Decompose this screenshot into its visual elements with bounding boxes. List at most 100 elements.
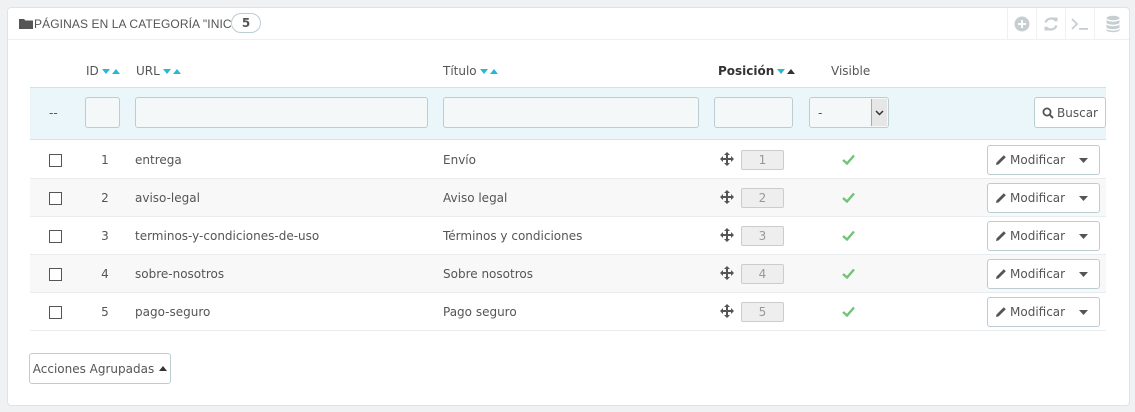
- visible-check-icon[interactable]: [842, 268, 855, 279]
- filter-id-input[interactable]: [85, 97, 120, 128]
- edit-button-label: Modificar: [1010, 229, 1066, 243]
- sql-query-button[interactable]: [1065, 8, 1093, 40]
- edit-button[interactable]: Modificar: [988, 222, 1070, 250]
- sort-asc-icon[interactable]: [787, 68, 796, 74]
- pencil-icon: [996, 155, 1006, 165]
- edit-button-label: Modificar: [1010, 191, 1066, 205]
- refresh-button[interactable]: [1036, 8, 1064, 40]
- row-actions: Modificar: [987, 183, 1100, 213]
- column-header-position: Posición: [718, 64, 796, 78]
- row-actions-dropdown[interactable]: [1068, 184, 1099, 212]
- edit-button-label: Modificar: [1010, 305, 1066, 319]
- edit-button[interactable]: Modificar: [988, 184, 1070, 212]
- row-position: 4: [741, 264, 784, 284]
- row-actions-dropdown[interactable]: [1068, 146, 1099, 174]
- edit-button-label: Modificar: [1010, 267, 1066, 281]
- row-checkbox[interactable]: [49, 192, 62, 205]
- drag-handle-icon[interactable]: [720, 228, 734, 242]
- caret-up-icon: [159, 366, 168, 371]
- terminal-icon: [1070, 18, 1088, 30]
- caret-down-icon: [1079, 271, 1088, 277]
- sort-desc-icon[interactable]: [777, 68, 786, 74]
- row-checkbox[interactable]: [49, 230, 62, 243]
- cms-pages-panel: Páginas en la categoría "Inicio" 5: [7, 7, 1130, 406]
- row-url: terminos-y-condiciones-de-uso: [135, 229, 320, 243]
- chevron-down-icon: [875, 109, 884, 116]
- column-header-visible: Visible: [831, 64, 871, 78]
- sort-desc-icon[interactable]: [101, 68, 110, 74]
- row-id: 4: [101, 267, 109, 281]
- drag-handle-icon[interactable]: [720, 304, 734, 318]
- pencil-icon: [996, 193, 1006, 203]
- pencil-icon: [996, 231, 1006, 241]
- caret-down-icon: [1079, 233, 1088, 239]
- table-row: 3 terminos-y-condiciones-de-uso Términos…: [30, 217, 1106, 255]
- filter-visible-select[interactable]: -: [809, 97, 889, 128]
- sort-desc-icon[interactable]: [162, 68, 171, 74]
- row-actions-dropdown[interactable]: [1068, 222, 1099, 250]
- row-actions: Modificar: [987, 221, 1100, 251]
- select-arrow: [871, 99, 887, 126]
- table-row: 5 pago-seguro Pago seguro 5 Modificar: [30, 293, 1106, 331]
- row-checkbox[interactable]: [49, 154, 62, 167]
- row-id: 2: [101, 191, 109, 205]
- column-header-id: ID: [86, 64, 120, 78]
- row-id: 1: [101, 153, 109, 167]
- filter-url-input[interactable]: [135, 97, 428, 128]
- caret-down-icon: [1079, 309, 1088, 315]
- row-url: sobre-nosotros: [135, 267, 225, 281]
- row-title: Pago seguro: [443, 305, 517, 319]
- row-title: Sobre nosotros: [443, 267, 533, 281]
- row-actions-dropdown[interactable]: [1068, 260, 1099, 288]
- sort-desc-icon[interactable]: [479, 68, 488, 74]
- visible-check-icon[interactable]: [842, 192, 855, 203]
- pencil-icon: [996, 307, 1006, 317]
- row-actions-dropdown[interactable]: [1068, 298, 1099, 326]
- edit-button[interactable]: Modificar: [988, 298, 1070, 326]
- bulk-actions-button[interactable]: Acciones Agrupadas: [29, 353, 171, 384]
- sort-asc-icon[interactable]: [172, 68, 181, 74]
- visible-check-icon[interactable]: [842, 154, 855, 165]
- sort-asc-icon[interactable]: [489, 68, 498, 74]
- count-badge: 5: [231, 13, 261, 33]
- row-position: 5: [741, 302, 784, 322]
- row-url: entrega: [135, 153, 182, 167]
- caret-down-icon: [1079, 195, 1088, 201]
- row-id: 3: [101, 229, 109, 243]
- caret-down-icon: [1079, 157, 1088, 163]
- table-row: 1 entrega Envío 1 Modificar: [30, 141, 1106, 179]
- row-actions: Modificar: [987, 259, 1100, 289]
- filter-position-input[interactable]: [714, 97, 793, 128]
- row-checkbox[interactable]: [49, 268, 62, 281]
- export-button[interactable]: [1094, 8, 1131, 40]
- drag-handle-icon[interactable]: [720, 152, 734, 166]
- folder-icon: [19, 19, 33, 29]
- visible-check-icon[interactable]: [842, 306, 855, 317]
- row-title: Términos y condiciones: [443, 229, 583, 243]
- row-checkbox[interactable]: [49, 306, 62, 319]
- drag-handle-icon[interactable]: [720, 190, 734, 204]
- row-title: Aviso legal: [443, 191, 508, 205]
- panel-title: Páginas en la categoría "Inicio": [34, 17, 249, 31]
- add-icon: [1014, 16, 1029, 32]
- row-title: Envío: [443, 153, 476, 167]
- row-url: pago-seguro: [135, 305, 211, 319]
- column-header-url: URL: [136, 64, 181, 78]
- filter-title-input[interactable]: [443, 97, 699, 128]
- visible-check-icon[interactable]: [842, 230, 855, 241]
- row-actions: Modificar: [987, 145, 1100, 175]
- edit-button-label: Modificar: [1010, 153, 1066, 167]
- search-button[interactable]: Buscar: [1034, 97, 1106, 128]
- filter-placeholder: --: [49, 106, 58, 120]
- edit-button[interactable]: Modificar: [988, 146, 1070, 174]
- row-id: 5: [101, 305, 109, 319]
- table-row: 2 aviso-legal Aviso legal 2 Modificar: [30, 179, 1106, 217]
- sort-asc-icon[interactable]: [111, 68, 120, 74]
- filter-row: -- - Buscar: [30, 87, 1106, 140]
- add-new-button[interactable]: [1007, 8, 1035, 40]
- drag-handle-icon[interactable]: [720, 266, 734, 280]
- pencil-icon: [996, 269, 1006, 279]
- row-position: 1: [741, 150, 784, 170]
- edit-button[interactable]: Modificar: [988, 260, 1070, 288]
- search-icon: [1042, 107, 1054, 119]
